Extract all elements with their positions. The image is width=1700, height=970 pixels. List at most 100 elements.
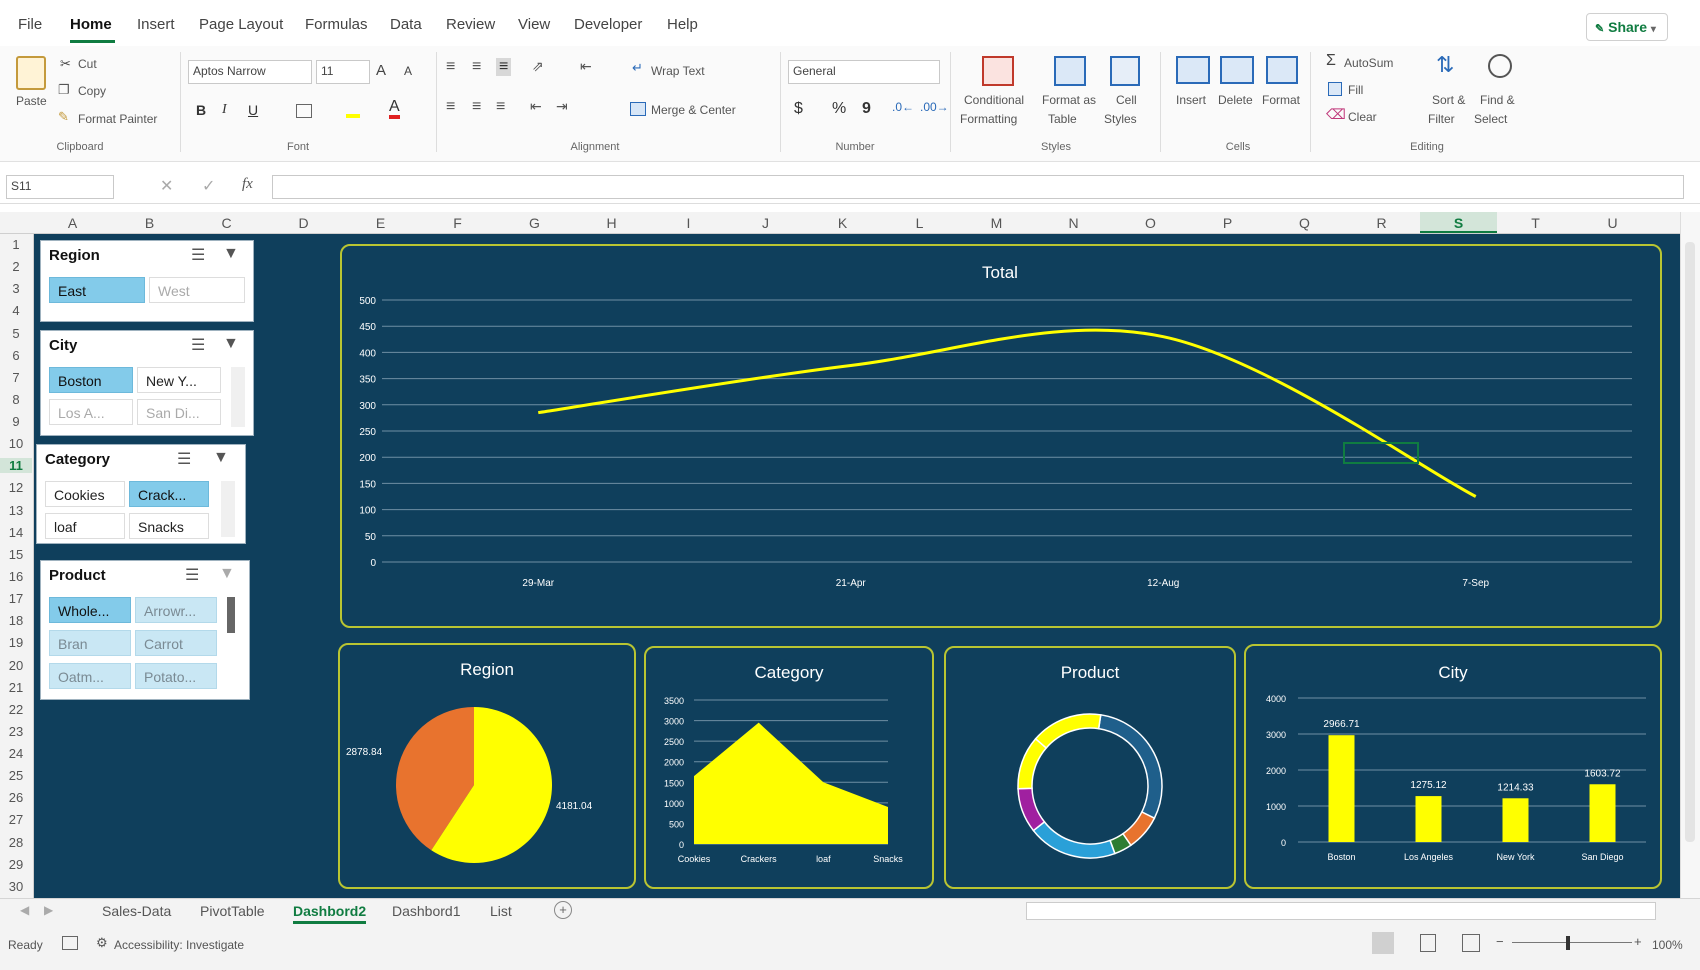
align-right-icon[interactable]: ≡ xyxy=(496,98,505,116)
row-header[interactable]: 10 xyxy=(0,436,32,451)
cancel-icon[interactable]: ✕ xyxy=(160,176,173,196)
currency-button[interactable]: $ xyxy=(794,100,803,118)
row-header[interactable]: 28 xyxy=(0,835,32,850)
format-as-table-icon[interactable] xyxy=(1054,56,1086,86)
paste-button[interactable]: Paste xyxy=(16,94,47,108)
column-header[interactable]: K xyxy=(804,215,881,231)
column-header[interactable]: O xyxy=(1112,215,1189,231)
slicer-item-carrot[interactable]: Carrot xyxy=(135,630,217,656)
row-header[interactable]: 13 xyxy=(0,503,32,518)
row-header[interactable]: 12 xyxy=(0,480,32,495)
prev-sheet-icon[interactable]: ◀ xyxy=(20,903,29,917)
align-center-icon[interactable]: ≡ xyxy=(472,98,481,116)
multi-select-icon[interactable]: ☰ xyxy=(191,335,205,355)
row-header[interactable]: 14 xyxy=(0,525,32,540)
zoom-slider-thumb[interactable] xyxy=(1566,936,1570,950)
sort-filter-button[interactable]: Sort & xyxy=(1432,93,1465,107)
italic-button[interactable]: I xyxy=(222,102,227,118)
column-header[interactable]: G xyxy=(496,215,573,231)
paste-icon[interactable] xyxy=(16,56,46,90)
row-header[interactable]: 5 xyxy=(0,326,32,341)
slicer-item-new-york[interactable]: New Y... xyxy=(137,367,221,393)
row-header[interactable]: 30 xyxy=(0,879,32,894)
column-header[interactable]: T xyxy=(1497,215,1574,231)
clear-filter-icon[interactable]: ▼ xyxy=(223,245,239,263)
row-header[interactable]: 23 xyxy=(0,724,32,739)
row-header[interactable]: 7 xyxy=(0,370,32,385)
number-format-select[interactable]: General xyxy=(788,60,940,84)
font-name-select[interactable]: Aptos Narrow xyxy=(188,60,312,84)
row-header[interactable]: 20 xyxy=(0,658,32,673)
accessibility-status[interactable]: Accessibility: Investigate xyxy=(114,938,244,952)
delete-cells-button[interactable]: Delete xyxy=(1218,93,1253,107)
slicer-item-oatmeal[interactable]: Oatm... xyxy=(49,663,131,689)
copy-button[interactable]: Copy xyxy=(78,84,106,98)
fill-color-icon[interactable] xyxy=(346,102,360,118)
slicer-item-bran[interactable]: Bran xyxy=(49,630,131,656)
row-header[interactable]: 24 xyxy=(0,746,32,761)
column-header[interactable]: P xyxy=(1189,215,1266,231)
menu-file[interactable]: File xyxy=(18,16,42,33)
row-header[interactable]: 9 xyxy=(0,414,32,429)
menu-formulas[interactable]: Formulas xyxy=(305,16,368,33)
scroll-thumb[interactable] xyxy=(1685,242,1695,842)
column-header[interactable]: N xyxy=(1035,215,1112,231)
row-header[interactable]: 27 xyxy=(0,812,32,827)
sort-filter-icon[interactable]: ⇅ xyxy=(1436,52,1454,78)
slicer-item-san-diego[interactable]: San Di... xyxy=(137,399,221,425)
delete-cells-icon[interactable] xyxy=(1220,56,1254,84)
sheet-tab-list[interactable]: List xyxy=(490,903,512,919)
font-color-icon[interactable]: A xyxy=(389,99,400,119)
menu-data[interactable]: Data xyxy=(390,16,422,33)
clear-filter-icon[interactable]: ▼ xyxy=(213,449,229,467)
autosum-button[interactable]: AutoSum xyxy=(1344,56,1393,70)
column-header[interactable]: S xyxy=(1420,212,1497,233)
column-header[interactable]: R xyxy=(1343,215,1420,231)
name-box[interactable]: S11 xyxy=(6,175,114,199)
format-cells-button[interactable]: Format xyxy=(1262,93,1300,107)
column-header[interactable]: I xyxy=(650,215,727,231)
menu-view[interactable]: View xyxy=(518,16,550,33)
horizontal-scrollbar[interactable] xyxy=(1026,902,1656,920)
decrease-decimal-icon[interactable]: .00→ xyxy=(920,100,949,114)
check-icon[interactable]: ✓ xyxy=(202,176,215,196)
add-sheet-button[interactable]: + xyxy=(554,901,572,919)
column-header[interactable]: L xyxy=(881,215,958,231)
row-header[interactable]: 19 xyxy=(0,635,32,650)
align-top-icon[interactable]: ≡ xyxy=(446,58,455,76)
align-middle-icon[interactable]: ≡ xyxy=(472,58,481,76)
fill-button[interactable]: Fill xyxy=(1348,83,1363,97)
row-header[interactable]: 22 xyxy=(0,702,32,717)
menu-page-layout[interactable]: Page Layout xyxy=(199,16,283,33)
row-header[interactable]: 17 xyxy=(0,591,32,606)
row-header[interactable]: 16 xyxy=(0,569,32,584)
insert-cells-icon[interactable] xyxy=(1176,56,1210,84)
row-header[interactable]: 3 xyxy=(0,281,32,296)
align-bottom-icon[interactable]: ≡ xyxy=(496,58,512,76)
column-header[interactable]: H xyxy=(573,215,650,231)
formula-input[interactable] xyxy=(272,175,1684,199)
column-header[interactable]: J xyxy=(727,215,804,231)
slicer-item-loaf[interactable]: loaf xyxy=(45,513,125,539)
row-header[interactable]: 2 xyxy=(0,259,32,274)
clear-filter-icon[interactable]: ▼ xyxy=(223,335,239,353)
underline-button[interactable]: U xyxy=(248,102,258,118)
row-header[interactable]: 26 xyxy=(0,790,32,805)
sheet-tab-pivottable[interactable]: PivotTable xyxy=(200,903,265,919)
borders-icon[interactable] xyxy=(296,104,312,118)
slicer-item-potato[interactable]: Potato... xyxy=(135,663,217,689)
zoom-level[interactable]: 100% xyxy=(1652,938,1683,952)
cell-styles-icon[interactable] xyxy=(1110,56,1140,86)
slicer-item-whole[interactable]: Whole... xyxy=(49,597,131,623)
slicer-item-west[interactable]: West xyxy=(149,277,245,303)
column-header[interactable]: U xyxy=(1574,215,1651,231)
menu-help[interactable]: Help xyxy=(667,16,698,33)
bold-button[interactable]: B xyxy=(196,102,206,118)
column-header[interactable]: C xyxy=(188,215,265,231)
clear-filter-icon[interactable]: ▼ xyxy=(219,565,235,583)
percent-button[interactable]: % xyxy=(832,100,846,118)
zoom-slider[interactable] xyxy=(1512,942,1632,943)
page-break-view-icon[interactable] xyxy=(1462,934,1480,952)
row-header[interactable]: 15 xyxy=(0,547,32,562)
comma-style-button[interactable]: 9 xyxy=(862,100,871,118)
